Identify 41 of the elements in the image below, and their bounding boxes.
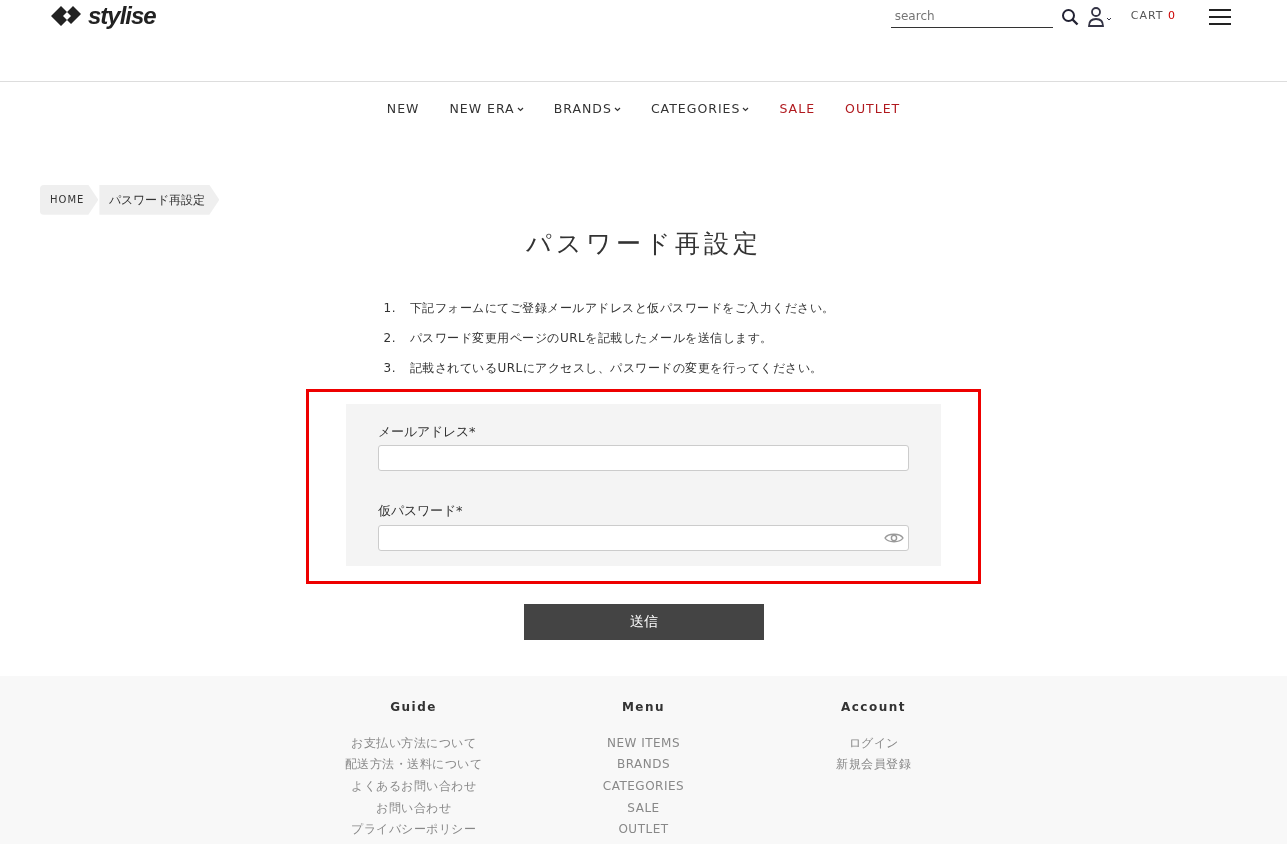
footer-link[interactable]: BRANDS [568, 757, 719, 773]
footer-link[interactable]: OUTLET [568, 822, 719, 838]
nav-link-item[interactable]: NEW [386, 100, 420, 119]
step-text: パスワード変更用ページのURLを記載したメールを送信します。 [409, 329, 773, 347]
required-mark: * [456, 503, 463, 519]
step-text: 記載されているURLにアクセスし、パスワードの変更を行ってください。 [409, 359, 823, 377]
step-text: 下記フォームにてご登録メールアドレスと仮パスワードをご入力ください。 [409, 299, 835, 317]
footer-heading: Guide [389, 698, 438, 716]
submit-button[interactable]: 送信 [523, 603, 764, 640]
footer-link[interactable]: プライバシーポリシー [338, 822, 489, 838]
step-number: 2. [383, 329, 396, 347]
search-icon[interactable] [1060, 7, 1079, 26]
footer-link[interactable]: ログイン [798, 735, 949, 752]
step-number: 1. [383, 299, 396, 317]
field-label: メールアドレス [378, 423, 469, 439]
cart-link[interactable]: CART 0 [1130, 8, 1176, 25]
input-field[interactable] [378, 445, 909, 472]
footer-link[interactable]: NEW ITEMS [568, 735, 719, 752]
footer-link[interactable]: CATEGORIES [568, 778, 719, 795]
menu-icon[interactable] [1208, 7, 1232, 26]
page-title: パスワード再設定 [524, 228, 763, 259]
footer-link[interactable]: よくあるお問い合わせ [338, 778, 489, 795]
logo[interactable]: stylise [50, 4, 156, 28]
breadcrumb-item[interactable]: HOME [40, 184, 99, 215]
nav-link-item[interactable]: SALE [779, 100, 816, 119]
nav-link-item[interactable]: CATEGORIES [650, 100, 750, 119]
footer-link[interactable]: SALE [568, 800, 719, 817]
breadcrumb-item: パスワード再設定 [99, 184, 220, 215]
footer-link[interactable]: お支払い方法について [338, 735, 489, 752]
nav-link-item[interactable]: BRANDS [553, 100, 621, 119]
nav-link-item[interactable]: NEW ERA [449, 100, 524, 119]
step-number: 3. [383, 359, 396, 377]
footer-link[interactable]: お問い合わせ [338, 800, 489, 817]
input-field[interactable] [378, 524, 909, 551]
required-mark: * [469, 423, 476, 439]
footer-link[interactable]: 新規会員登録 [798, 757, 949, 773]
field-label: 仮パスワード [378, 503, 456, 519]
footer-link[interactable]: 配送方法・送料について [338, 757, 489, 773]
nav-link-item[interactable]: OUTLET [845, 100, 901, 119]
footer-heading: Menu [620, 698, 667, 716]
footer-heading: Account [839, 698, 908, 716]
